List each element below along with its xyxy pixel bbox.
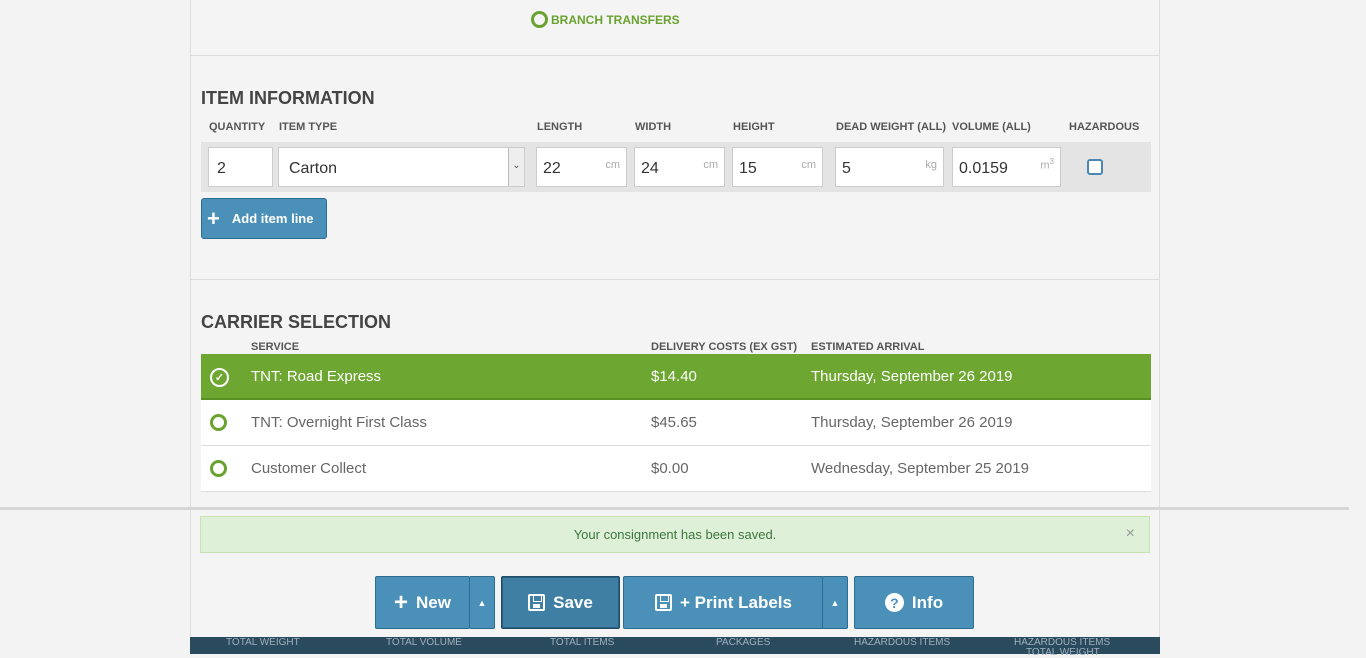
carrier-service: TNT: Overnight First Class [251,414,427,431]
height-value: 15 [739,160,757,177]
check-circle-icon: ✓ [210,368,229,387]
bottom-separator [0,507,1349,510]
print-labels-label: + Print Labels [680,592,792,612]
footer-label: TOTAL ITEMS [550,637,615,648]
item-information-title: ITEM INFORMATION [201,88,375,108]
branch-transfers-label: BRANCH TRANSFERS [551,12,680,27]
carrier-radio[interactable] [210,414,227,435]
new-button[interactable]: + New [375,576,470,629]
estimated-arrival-header: ESTIMATED ARRIVAL [811,341,925,353]
plus-icon: + [207,205,220,231]
chevron-down-icon[interactable]: ⌄ [508,148,524,186]
length-input[interactable]: 22 cm [536,147,627,187]
caret-up-icon: ▲ [830,597,840,608]
hazardous-checkbox[interactable] [1087,159,1103,175]
width-header: WIDTH [635,121,672,133]
footer-label: TOTAL WEIGHT [226,637,300,648]
item-type-header: ITEM TYPE [279,121,338,133]
save-button[interactable]: Save [501,576,620,629]
height-unit: cm [801,159,816,171]
volume-value: 0.0159 [959,160,1008,177]
item-type-select[interactable]: Carton ⌄ [278,147,525,187]
carrier-selection-title: CARRIER SELECTION [201,312,392,332]
volume-header: VOLUME (ALL) [952,121,1031,133]
add-item-line-button[interactable]: + Add item line [201,198,327,239]
success-alert: Your consignment has been saved. × [200,516,1150,553]
radio-ring-icon [210,414,227,431]
carrier-service: Customer Collect [251,460,367,477]
radio-ring-icon [210,460,227,477]
save-icon [528,594,546,611]
save-label: Save [553,592,593,612]
delivery-cost-header: DELIVERY COSTS (EX GST) [651,341,798,353]
plus-icon: + [394,588,409,616]
caret-up-icon: ▲ [477,597,487,608]
length-value: 22 [543,160,561,177]
branch-transfers-option[interactable]: BRANCH TRANSFERS [531,11,680,28]
carrier-row[interactable]: Customer Collect $0.00 Wednesday, Septem… [201,446,1151,492]
hazardous-header: HAZARDOUS [1069,121,1140,133]
carrier-row[interactable]: ✓ TNT: Road Express $14.40 Thursday, Sep… [201,354,1151,400]
carrier-arrival: Thursday, September 26 2019 [811,414,1013,431]
width-unit: cm [703,159,718,171]
carrier-arrival: Thursday, September 26 2019 [811,368,1013,385]
close-icon[interactable]: × [1126,525,1135,543]
info-button[interactable]: ? Info [854,576,974,629]
item-line-row: 2 Carton ⌄ 22 cm 24 cm 15 cm 5 kg 0.0159… [201,142,1151,192]
carrier-row[interactable]: TNT: Overnight First Class $45.65 Thursd… [201,400,1151,446]
carrier-table: ✓ TNT: Road Express $14.40 Thursday, Sep… [201,354,1151,492]
add-item-line-label: Add item line [231,211,314,226]
weight-unit: kg [925,159,937,171]
divider [191,279,1159,280]
volume-input[interactable]: 0.0159 m3 [952,147,1061,187]
totals-bar: TOTAL WEIGHT TOTAL VOLUME TOTAL ITEMS PA… [190,637,1160,658]
carrier-cost: $14.40 [651,368,697,385]
quantity-value: 2 [217,160,226,177]
quantity-input[interactable]: 2 [208,147,273,187]
volume-unit-exponent: 3 [1049,157,1054,166]
help-icon: ? [884,593,904,612]
height-input[interactable]: 15 cm [732,147,823,187]
footer-label: TOTAL VOLUME [386,637,462,648]
carrier-arrival: Wednesday, September 25 2019 [811,460,1029,477]
volume-unit-base: m [1040,159,1050,172]
dead-weight-value: 5 [842,160,851,177]
dead-weight-input[interactable]: 5 kg [835,147,944,187]
item-type-value: Carton [289,160,338,177]
print-labels-button[interactable]: + Print Labels [623,576,824,629]
divider [191,55,1159,56]
print-icon [655,594,673,611]
carrier-radio-selected[interactable]: ✓ [210,368,229,387]
carrier-cost: $45.65 [651,414,697,431]
radio-ring-icon [531,11,548,28]
width-value: 24 [641,160,659,177]
length-unit: cm [605,159,620,171]
info-label: Info [911,592,944,612]
length-header: LENGTH [537,121,583,133]
width-input[interactable]: 24 cm [634,147,725,187]
form-panel: BRANCH TRANSFERS ITEM INFORMATION QUANTI… [190,0,1160,654]
volume-unit: m3 [1040,157,1054,172]
service-header: SERVICE [251,341,300,353]
print-dropdown-toggle[interactable]: ▲ [822,576,848,629]
carrier-cost: $0.00 [651,460,689,477]
new-label: New [416,592,451,612]
footer-label: TOTAL WEIGHT [1026,647,1100,658]
carrier-radio[interactable] [210,460,227,481]
height-header: HEIGHT [733,121,775,133]
alert-message: Your consignment has been saved. [573,527,777,542]
carrier-service: TNT: Road Express [251,368,382,385]
dead-weight-header: DEAD WEIGHT (ALL) [836,121,946,133]
footer-label: PACKAGES [716,637,771,648]
footer-label: HAZARDOUS ITEMS [854,637,951,648]
quantity-header: QUANTITY [209,121,266,133]
new-dropdown-toggle[interactable]: ▲ [469,576,495,629]
